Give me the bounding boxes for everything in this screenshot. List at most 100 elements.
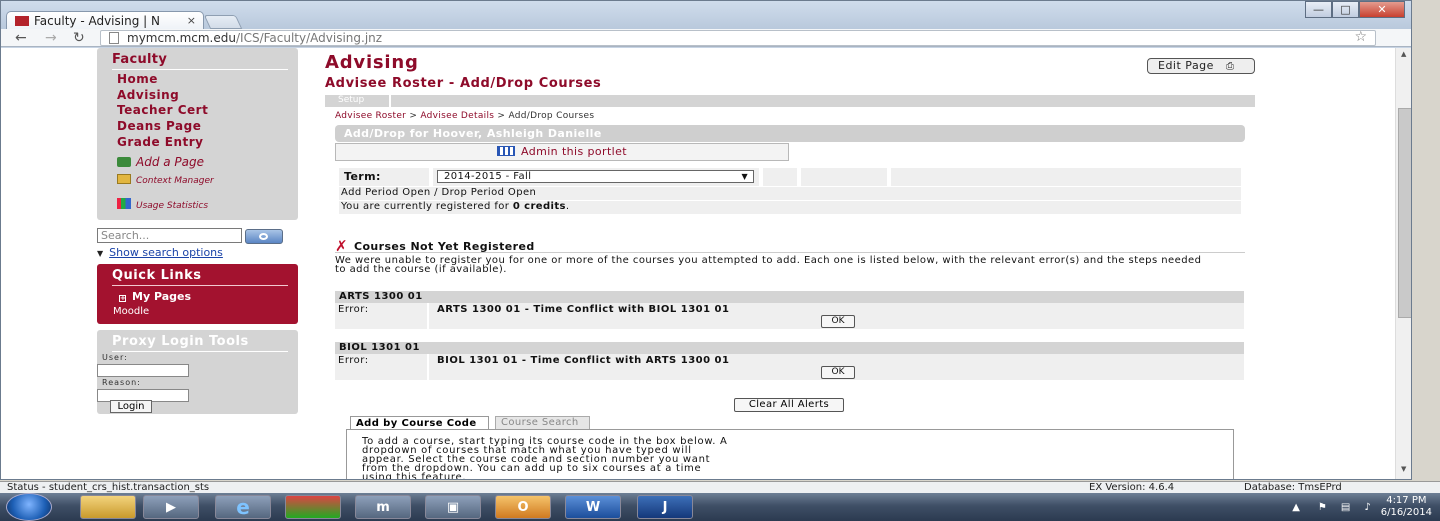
period-status: Add Period Open / Drop Period Open	[339, 187, 1241, 200]
network-icon[interactable]: ▤	[1341, 502, 1350, 513]
url-path: /ICS/Faculty/Advising.jnz	[235, 31, 383, 45]
back-arrow-icon[interactable]: ←	[15, 29, 27, 47]
context-manager-link[interactable]: Context Manager	[97, 173, 298, 188]
scroll-up-icon[interactable]: ▲	[1401, 50, 1406, 58]
login-button[interactable]: Login	[110, 400, 152, 413]
admin-portlet-label: Admin this portlet	[520, 145, 627, 158]
add-course-instructions: To add a course, start typing its course…	[362, 436, 728, 480]
page-title: Advising	[325, 52, 419, 73]
usage-statistics-label: Usage Statistics	[136, 200, 209, 211]
my-pages-link[interactable]: + My Pages	[119, 289, 298, 304]
page-content: Faculty Home Advising Teacher Cert Deans…	[1, 48, 1395, 480]
status-bar: Status - student_crs_hist.transaction_st…	[0, 481, 1440, 493]
dropdown-arrow-icon: ▼	[741, 172, 748, 181]
ex-version: EX Version: 4.6.4	[1089, 482, 1175, 493]
search-icon	[259, 233, 268, 240]
error-label: Error:	[338, 304, 369, 315]
admin-portlet-icon	[496, 146, 515, 156]
add-a-page-link[interactable]: Add a Page	[97, 154, 298, 170]
search-button[interactable]	[245, 229, 283, 244]
credits-value: 0 credits	[512, 201, 566, 212]
media-player-icon[interactable]: ▶	[143, 495, 199, 519]
moodle-link[interactable]: Moodle	[113, 304, 298, 319]
sidebar: Faculty Home Advising Teacher Cert Deans…	[97, 48, 298, 414]
scroll-down-icon[interactable]: ▼	[1401, 465, 1406, 473]
browser-tab[interactable]: Faculty - Advising | N ×	[6, 11, 204, 30]
triangle-down-icon: ▼	[97, 249, 104, 258]
clock[interactable]: 4:17 PM 6/16/2014	[1381, 495, 1432, 519]
maximize-icon[interactable]: □	[1332, 1, 1359, 18]
word-icon[interactable]: W	[565, 495, 621, 519]
show-search-options-label: Show search options	[109, 246, 223, 259]
breadcrumb: Advisee Roster > Advisee Details > Add/D…	[335, 111, 594, 121]
setup-link[interactable]: Setup	[338, 95, 364, 106]
edit-page-button[interactable]: Edit Page ⎙	[1147, 58, 1255, 74]
start-button-icon[interactable]	[6, 493, 52, 521]
remote-desktop-icon[interactable]: ▣	[425, 495, 481, 519]
error-divider	[427, 303, 429, 329]
context-manager-icon	[117, 173, 131, 184]
minimize-icon[interactable]: —	[1305, 1, 1332, 18]
ok-button[interactable]: OK	[821, 315, 855, 328]
scroll-thumb[interactable]	[1398, 108, 1411, 318]
reload-icon[interactable]: ↻	[73, 29, 85, 47]
tab-course-search[interactable]: Course Search	[495, 416, 590, 430]
quick-links-heading: Quick Links	[112, 268, 288, 286]
outlook-icon[interactable]: O	[495, 495, 551, 519]
breadcrumb-current: Add/Drop Courses	[508, 111, 595, 121]
error-body: Error: ARTS 1300 01 - Time Conflict with…	[335, 303, 1244, 329]
screen: Faculty - Advising | N × — □ ✕ ← → ↻ mym…	[0, 0, 1440, 521]
search-input[interactable]: Search...	[97, 228, 242, 243]
breadcrumb-separator: >	[497, 111, 506, 121]
breadcrumb-advisee-roster[interactable]: Advisee Roster	[335, 111, 406, 121]
bookmark-star-icon[interactable]: ☆	[1354, 30, 1367, 44]
error-block: BIOL 1301 01 Error: BIOL 1301 01 - Time …	[335, 342, 1244, 382]
volume-icon[interactable]: ♪	[1364, 502, 1370, 513]
file-explorer-icon[interactable]	[80, 495, 136, 519]
ok-button[interactable]: OK	[821, 366, 855, 379]
close-window-icon[interactable]: ✕	[1359, 1, 1405, 18]
flag-icon[interactable]: ⚑	[1318, 502, 1327, 513]
edit-page-label: Edit Page	[1158, 59, 1214, 72]
admin-portlet-link[interactable]: Admin this portlet	[335, 143, 789, 161]
jenzabar-icon[interactable]: J	[637, 495, 693, 519]
faculty-heading: Faculty	[112, 52, 288, 70]
breadcrumb-separator: >	[409, 111, 418, 121]
browser-window: Faculty - Advising | N × — □ ✕ ← → ↻ mym…	[0, 0, 1412, 480]
tab-close-icon[interactable]: ×	[187, 14, 196, 27]
term-select[interactable]: 2014-2015 - Fall ▼	[437, 170, 754, 183]
term-row: Term: 2014-2015 - Fall ▼	[339, 168, 1241, 186]
clear-all-alerts-button[interactable]: Clear All Alerts	[734, 398, 844, 412]
term-cell-divider	[887, 168, 891, 186]
tab-add-by-course-code[interactable]: Add by Course Code	[350, 416, 489, 430]
app-m-icon[interactable]: m	[355, 495, 411, 519]
error-block: ARTS 1300 01 Error: ARTS 1300 01 - Time …	[335, 291, 1244, 331]
usage-statistics-link[interactable]: Usage Statistics	[97, 197, 298, 213]
credits-status: You are currently registered for 0 credi…	[339, 201, 1241, 214]
new-tab-button[interactable]	[203, 15, 243, 29]
error-label: Error:	[338, 355, 369, 366]
sidebar-item-advising[interactable]: Advising	[97, 88, 298, 104]
sidebar-item-grade-entry[interactable]: Grade Entry	[97, 135, 298, 151]
setup-bar: Setup	[325, 95, 1255, 107]
address-bar[interactable]: mymcm.mcm.edu/ICS/Faculty/Advising.jnz ☆	[100, 30, 1376, 46]
add-a-page-label: Add a Page	[136, 154, 205, 169]
sidebar-item-home[interactable]: Home	[97, 72, 298, 88]
breadcrumb-advisee-details[interactable]: Advisee Details	[420, 111, 494, 121]
term-cell-divider	[429, 168, 433, 186]
chrome-icon[interactable]	[285, 495, 341, 519]
clock-date: 6/16/2014	[1380, 507, 1432, 518]
sidebar-item-deans-page[interactable]: Deans Page	[97, 119, 298, 135]
tray-expand-icon[interactable]: ▲	[1292, 502, 1300, 513]
add-drop-header: Add/Drop for Hoover, Ashleigh Danielle	[335, 125, 1245, 142]
internet-explorer-icon[interactable]: e	[215, 495, 271, 519]
term-cell-divider	[759, 168, 763, 186]
show-search-options-link[interactable]: ▼ Show search options	[97, 246, 223, 259]
error-divider	[427, 354, 429, 380]
user-input[interactable]	[97, 364, 189, 377]
forward-arrow-icon[interactable]: →	[45, 29, 57, 47]
credits-suffix: .	[565, 201, 570, 212]
vertical-scrollbar[interactable]: ▲ ▼	[1395, 48, 1411, 479]
sidebar-item-teacher-cert[interactable]: Teacher Cert	[97, 103, 298, 119]
my-pages-label: My Pages	[132, 290, 192, 303]
